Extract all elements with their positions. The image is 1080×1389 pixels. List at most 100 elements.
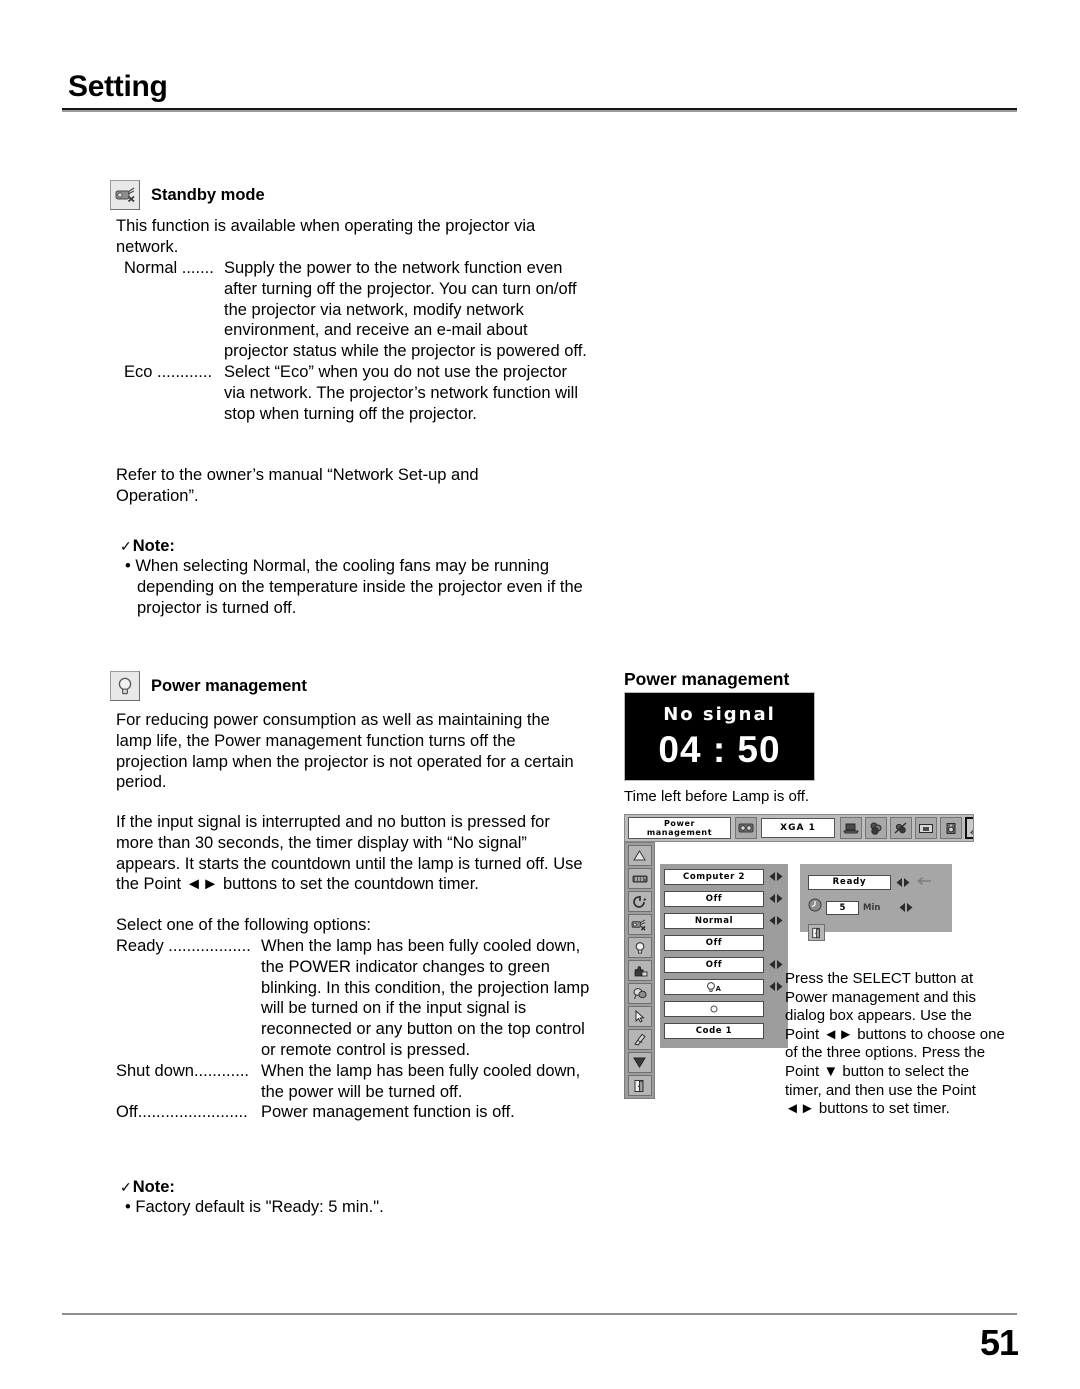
pointer-icon[interactable] [627, 1006, 652, 1027]
left-right-arrows-icon[interactable] [768, 981, 784, 992]
page-title: Setting [68, 70, 168, 103]
standby-note-block: ✓ Note: • When selecting Normal, the coo… [112, 537, 592, 618]
standby-options-list: Normal ....... Supply the power to the n… [124, 258, 590, 424]
option-description: When the lamp has been fully cooled down… [261, 937, 590, 1059]
dialog-timer-value: 5 [826, 900, 859, 915]
sound-tab[interactable] [940, 817, 962, 839]
dialog-mode-value: Ready [808, 874, 891, 890]
screen-tab[interactable] [915, 817, 937, 839]
osd-tab-strip [840, 817, 973, 839]
exit-icon[interactable] [808, 924, 825, 941]
scroll-up-icon[interactable] [627, 845, 652, 866]
option-description: When the lamp has been fully cooled down… [261, 1061, 581, 1101]
note-item: • When selecting Normal, the cooling fan… [125, 557, 583, 617]
no-signal-label: No signal [663, 704, 776, 725]
osd-list-row[interactable] [660, 999, 788, 1018]
osd-list-row[interactable]: Code 1 [660, 1021, 788, 1040]
header-divider [62, 108, 1017, 112]
osd-list-row[interactable]: Computer 2 [660, 867, 788, 886]
lamp-auto-icon: A [664, 978, 764, 995]
clock-icon [808, 898, 822, 917]
definition-row: Off........................ Power manage… [116, 1102, 590, 1123]
osd-list-row[interactable]: Off [660, 955, 788, 974]
option-description: Power management function is off. [261, 1103, 515, 1122]
footer-divider [62, 1313, 1017, 1315]
note-item: • Factory default is "Ready: 5 min.". [125, 1198, 384, 1216]
note-title: ✓ Note: [120, 1178, 592, 1197]
option-term: Normal ....... [124, 259, 214, 277]
option-description: Select “Eco” when you do not use the pro… [224, 362, 578, 423]
standby-mode-icon[interactable] [627, 914, 652, 935]
osd-list-row[interactable]: Off [660, 933, 788, 952]
osd-list-row[interactable]: Off [660, 889, 788, 908]
input-source-icon[interactable] [735, 817, 757, 839]
power-management-title: Power management [151, 676, 307, 695]
key-lock-icon[interactable] [627, 960, 652, 981]
standby-refer-text: Refer to the owner’s manual “Network Set… [116, 466, 479, 505]
standby-mode-title: Standby mode [151, 185, 265, 204]
dialog-timer-row[interactable]: 5 Min [808, 898, 952, 917]
note-label: Note: [132, 1178, 175, 1196]
left-right-arrows-icon[interactable] [768, 959, 784, 970]
osd-row-value: Off [664, 934, 764, 951]
osd-row-value: Off [664, 956, 764, 973]
manual-page: Setting Standby mode This function is av… [0, 0, 1080, 1389]
countdown-timer: 04 : 50 [658, 729, 781, 770]
power-switch-icon[interactable] [627, 891, 652, 912]
osd-setting-list: Computer 2 Off Normal Off Off A Code 1 [660, 864, 788, 1048]
security-icon[interactable] [627, 983, 652, 1004]
power-options-list: Ready .................. When the lamp h… [116, 936, 590, 1123]
svg-text:A: A [716, 985, 722, 993]
option-term: Ready .................. [116, 937, 251, 955]
osd-menu-label-line2: management [646, 828, 713, 837]
figure-title: Power management [624, 669, 790, 689]
dialog-timer-unit: Min [863, 902, 881, 913]
power-management-para2: If the input signal is interrupted and n… [116, 813, 583, 894]
osd-row-value: Computer 2 [664, 868, 764, 885]
power-management-note-block: ✓ Note: • Factory default is "Ready: 5 m… [112, 1178, 592, 1218]
left-right-arrows-icon[interactable] [768, 915, 784, 926]
exit-icon[interactable] [627, 1075, 652, 1096]
lamp-icon[interactable] [627, 937, 652, 958]
standby-intro-text: This function is available when operatin… [116, 217, 536, 256]
note-title: ✓ Note: [120, 537, 592, 556]
image-adjust-tab[interactable] [890, 817, 912, 839]
left-right-arrows-icon[interactable] [768, 871, 784, 882]
osd-menu-label-line1: Power [663, 818, 696, 828]
option-term: Off........................ [116, 1103, 248, 1122]
standby-mode-icon [110, 180, 140, 210]
standby-mode-heading: Standby mode [110, 180, 265, 210]
scroll-down-icon[interactable] [627, 1052, 652, 1073]
osd-list-row[interactable]: A [660, 977, 788, 996]
option-term: Shut down............ [116, 1061, 249, 1080]
definition-row: Eco ............ Select “Eco” when you d… [124, 362, 590, 424]
osd-list-row[interactable]: Normal [660, 911, 788, 930]
remote-control-icon[interactable] [627, 868, 652, 889]
setting-tab[interactable] [965, 817, 973, 839]
option-description: Supply the power to the network function… [224, 259, 587, 361]
definition-row: Shut down............ When the lamp has … [116, 1061, 590, 1103]
osd-row-value: Code 1 [664, 1022, 764, 1039]
osd-instruction-text: Press the SELECT button at Power managem… [785, 970, 1005, 1118]
select-options-intro: Select one of the following options: [116, 916, 372, 934]
check-icon: ✓ [120, 538, 132, 554]
eraser-icon[interactable] [627, 1029, 652, 1050]
definition-row: Ready .................. When the lamp h… [116, 936, 590, 1061]
left-right-arrows-icon[interactable] [768, 893, 784, 904]
left-right-arrows-icon[interactable] [895, 877, 911, 888]
osd-menu-bar: Power management XGA 1 [624, 814, 974, 842]
check-icon: ✓ [120, 1179, 132, 1195]
fan-circle-icon [664, 1000, 764, 1017]
left-right-arrows-icon[interactable] [898, 902, 914, 913]
osd-current-menu-label: Power management [628, 817, 731, 839]
power-management-heading: Power management [110, 671, 307, 701]
osd-row-value: Normal [664, 912, 764, 929]
note-label: Note: [132, 537, 175, 555]
power-management-dialog: Ready 5 Min [800, 864, 952, 941]
dialog-mode-row[interactable]: Ready [808, 873, 952, 891]
lamp-icon [110, 671, 140, 701]
computer-tab[interactable] [840, 817, 862, 839]
color-adjust-tab[interactable] [865, 817, 887, 839]
figure-caption: Time left before Lamp is off. [624, 788, 810, 805]
power-management-para1: For reducing power consumption as well a… [116, 711, 574, 792]
